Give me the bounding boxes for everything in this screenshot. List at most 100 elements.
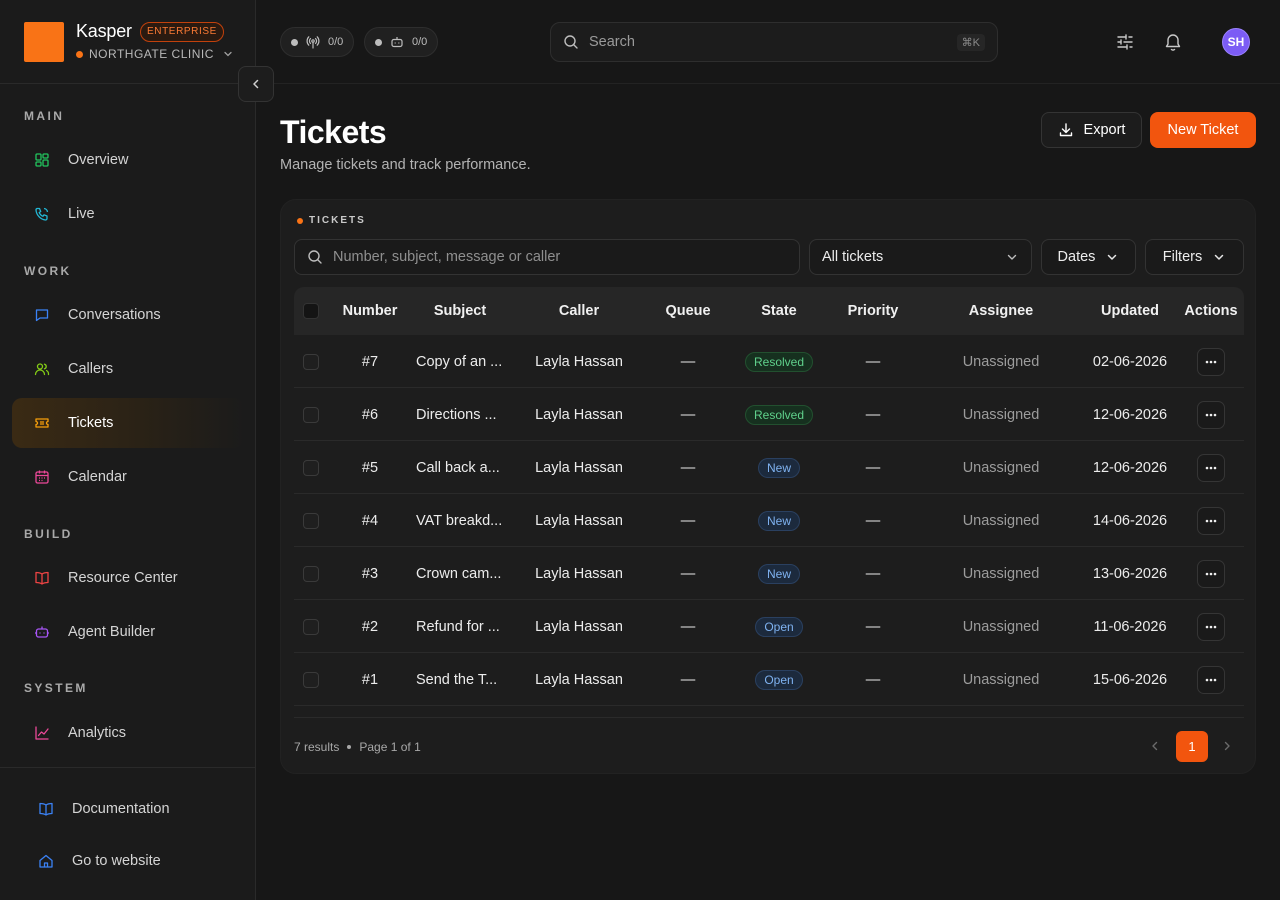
sidebar-item-documentation[interactable]: Documentation: [16, 789, 170, 829]
column-priority[interactable]: Priority: [830, 287, 916, 335]
status-badge: New: [757, 457, 800, 478]
row-select-cell: [294, 335, 328, 388]
table-row[interactable]: #2 Refund for ... Layla Hassan — Open — Unassi…: [294, 600, 1244, 653]
ticket-priority: —: [865, 459, 881, 476]
chevron-right-icon: [1221, 740, 1233, 752]
row-actions-cell: [1182, 335, 1240, 388]
status-dot: [291, 38, 298, 46]
users-icon: [34, 361, 50, 377]
search-shortcut: ⌘K: [956, 33, 985, 51]
row-actions-button[interactable]: [1197, 453, 1225, 482]
table-row[interactable]: #3 Crown cam... Layla Hassan — New — Unassigne…: [294, 547, 1244, 600]
calendar-icon: [34, 469, 50, 485]
row-actions-button[interactable]: [1197, 559, 1225, 588]
ticket-assignee: Unassigned: [962, 459, 1040, 476]
table-row[interactable]: #7 Copy of an ... Layla Hassan — Resolved — Un…: [294, 335, 1244, 388]
page-subtitle: Manage tickets and track performance.: [280, 157, 531, 173]
next-page-button[interactable]: [1219, 738, 1235, 754]
row-checkbox[interactable]: [303, 565, 319, 582]
sidebar-item-go-to-website[interactable]: Go to website: [16, 841, 161, 881]
sidebar-item-calendar[interactable]: Calendar: [12, 452, 244, 502]
table-row[interactable]: #1 Send the T... Layla Hassan — Open — Unassig…: [294, 653, 1244, 706]
row-checkbox[interactable]: [303, 353, 319, 370]
column-actions: Actions: [1184, 303, 1238, 319]
column-subject[interactable]: Subject: [410, 287, 510, 335]
column-updated[interactable]: Updated: [1080, 287, 1180, 335]
column-state[interactable]: State: [738, 287, 820, 335]
live-calls-count: 0/0: [328, 36, 344, 48]
column-caller[interactable]: Caller: [520, 287, 638, 335]
table-row[interactable]: #4 VAT breakd... Layla Hassan — New — Unassign…: [294, 494, 1244, 547]
more-icon: [1205, 466, 1217, 469]
page-1-button[interactable]: 1: [1176, 731, 1208, 762]
ticket-caller: Layla Hassan: [535, 406, 623, 423]
table-row[interactable]: #6 Directions ... Layla Hassan — Resolved — Un…: [294, 388, 1244, 441]
row-select-cell: [294, 547, 328, 600]
chevron-left-icon: [1149, 740, 1161, 752]
filters-button[interactable]: Filters: [1145, 239, 1244, 275]
column-number[interactable]: Number: [330, 287, 410, 335]
ticket-queue: —: [680, 459, 696, 476]
collapse-sidebar-button[interactable]: [238, 66, 274, 102]
live-calls-pill[interactable]: 0/0: [280, 27, 355, 57]
table-body: #7 Copy of an ... Layla Hassan — Resolved — Un…: [294, 335, 1244, 706]
org-switcher[interactable]: NORTHGATE CLINIC: [76, 47, 234, 61]
bell-icon[interactable]: [1161, 30, 1185, 54]
agents-count: 0/0: [412, 36, 428, 48]
ticket-subject: Crown cam...: [416, 565, 502, 582]
row-actions-button[interactable]: [1197, 400, 1225, 429]
row-checkbox[interactable]: [303, 406, 319, 423]
sidebar-item-agent-builder[interactable]: Agent Builder: [12, 607, 244, 657]
ticket-priority: —: [865, 353, 881, 370]
row-checkbox[interactable]: [303, 618, 319, 635]
sidebar-item-label: Documentation: [72, 801, 170, 817]
column-assignee[interactable]: Assignee: [946, 287, 1056, 335]
export-button[interactable]: Export: [1041, 112, 1142, 148]
brand-logo[interactable]: [24, 22, 64, 62]
dates-filter-button[interactable]: Dates: [1041, 239, 1136, 275]
row-checkbox[interactable]: [303, 671, 319, 688]
ticket-state: Resolved: [738, 335, 820, 388]
ticket-subject: Directions ...: [416, 406, 497, 423]
ticket-state: Open: [738, 600, 820, 653]
sidebar-item-live[interactable]: Live: [12, 189, 244, 239]
new-ticket-button[interactable]: New Ticket: [1150, 112, 1256, 148]
column-queue[interactable]: Queue: [648, 287, 728, 335]
sidebar-item-resource-center[interactable]: Resource Center: [12, 553, 244, 603]
sidebar-item-conversations[interactable]: Conversations: [12, 290, 244, 340]
sidebar-item-callers[interactable]: Callers: [12, 344, 244, 394]
sidebar-item-overview[interactable]: Overview: [12, 135, 244, 185]
prev-page-button[interactable]: [1147, 738, 1163, 754]
sidebar-item-label: Analytics: [68, 725, 127, 741]
avatar[interactable]: SH: [1222, 28, 1250, 56]
dates-label: Dates: [1057, 249, 1096, 265]
ticket-icon: [34, 415, 50, 431]
separator-dot: [347, 745, 352, 749]
ticket-search-input[interactable]: [333, 249, 787, 265]
card-label: TICKETS: [297, 215, 366, 226]
table-row[interactable]: #5 Call back a... Layla Hassan — New — Unassig…: [294, 441, 1244, 494]
row-select-cell: [294, 494, 328, 547]
global-search[interactable]: Search ⌘K: [550, 22, 998, 62]
ticket-subject: VAT breakd...: [416, 512, 503, 529]
table-footer-divider: [294, 717, 1244, 718]
ticket-scope-select[interactable]: All tickets: [809, 239, 1032, 275]
status-badge: Resolved: [744, 351, 814, 372]
sidebar-item-analytics[interactable]: Analytics: [12, 708, 244, 758]
ticket-number: #2: [361, 618, 379, 635]
ticket-updated: 14-06-2026: [1092, 512, 1168, 529]
select-all-checkbox[interactable]: [303, 303, 319, 319]
brand-name: Kasper: [76, 21, 132, 41]
sidebar-item-tickets[interactable]: Tickets: [12, 398, 244, 448]
row-actions-button[interactable]: [1197, 506, 1225, 535]
ticket-search[interactable]: [294, 239, 800, 275]
ticket-subject: Call back a...: [416, 459, 500, 476]
row-actions-button[interactable]: [1197, 347, 1225, 376]
row-actions-button[interactable]: [1197, 612, 1225, 641]
row-actions-button[interactable]: [1197, 665, 1225, 694]
sliders-icon[interactable]: [1113, 30, 1137, 54]
ticket-state: New: [738, 441, 820, 494]
row-checkbox[interactable]: [303, 512, 319, 529]
row-checkbox[interactable]: [303, 459, 319, 476]
agents-pill[interactable]: 0/0: [364, 27, 439, 57]
